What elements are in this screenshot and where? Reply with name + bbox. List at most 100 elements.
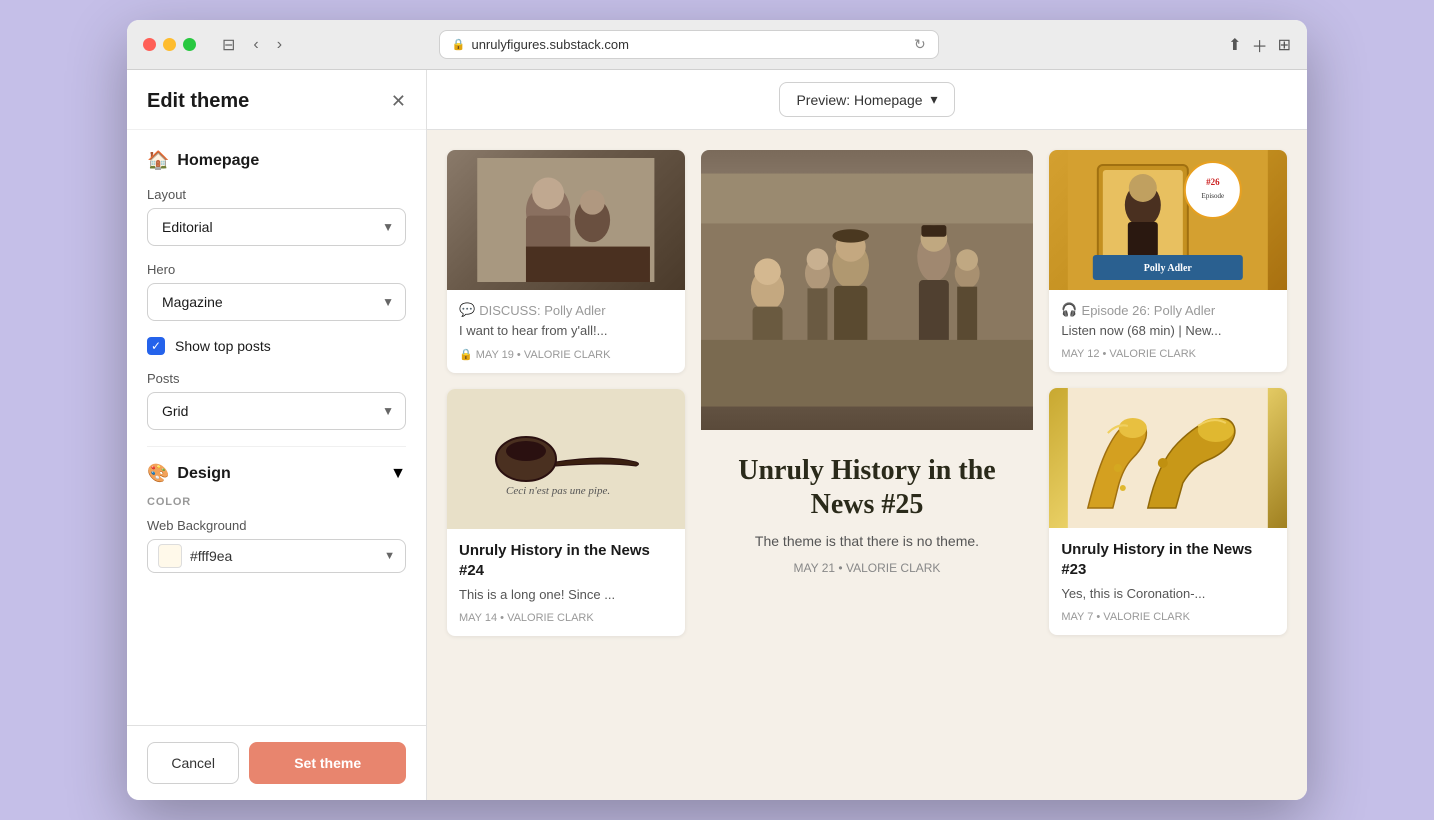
post-meta-news-23: MAY 7 • VALORIE CLARK bbox=[1061, 611, 1275, 623]
left-panel: Edit theme ✕ 🏠 Homepage Layout Editorial… bbox=[127, 70, 427, 800]
set-theme-button[interactable]: Set theme bbox=[249, 742, 406, 784]
crowd-svg bbox=[701, 150, 1034, 430]
color-section-title: COLOR bbox=[147, 496, 406, 508]
post-type-episode: 🎧 Episode 26: Polly Adler bbox=[1061, 302, 1275, 318]
palette-icon: 🎨 bbox=[147, 463, 169, 484]
center-card-title: Unruly History in the News #25 bbox=[721, 454, 1014, 521]
svg-text:Ceci n'est pas une pipe.: Ceci n'est pas une pipe. bbox=[506, 485, 610, 497]
posts-label: Posts bbox=[147, 371, 406, 386]
homepage-section-header: 🏠 Homepage bbox=[147, 150, 406, 171]
cancel-button[interactable]: Cancel bbox=[147, 742, 239, 784]
app-content: Edit theme ✕ 🏠 Homepage Layout Editorial… bbox=[127, 70, 1307, 800]
back-button[interactable]: ‹ bbox=[247, 34, 264, 56]
post-image-pipe: Ceci n'est pas une pipe. bbox=[447, 389, 685, 529]
pipe-svg: Ceci n'est pas une pipe. bbox=[476, 404, 656, 514]
layout-label: Layout bbox=[147, 187, 406, 202]
preview-area: Preview: Homepage ▾ bbox=[427, 70, 1307, 800]
headphone-icon: 🎧 bbox=[1061, 302, 1077, 318]
posts-select-wrapper: Grid List Cards ▼ bbox=[147, 392, 406, 430]
post-title-news-23: Unruly History in the News #23 bbox=[1061, 540, 1275, 579]
gold-spoons-svg bbox=[1049, 388, 1287, 528]
web-background-label: Web Background bbox=[147, 518, 406, 533]
checkmark-icon: ✓ bbox=[151, 339, 161, 353]
show-top-posts-label: Show top posts bbox=[175, 338, 271, 354]
right-column: #26 Episode Polly Adler 🎧 Episode 26: Po… bbox=[1049, 150, 1287, 636]
browser-window: ⊟ ‹ › 🔒 unrulyfigures.substack.com ↻ ⬆ ＋… bbox=[127, 20, 1307, 800]
post-excerpt-episode: Listen now (68 min) | New... bbox=[1061, 322, 1275, 340]
post-title-news-24: Unruly History in the News #24 bbox=[459, 541, 673, 580]
svg-text:Episode: Episode bbox=[1202, 192, 1225, 200]
design-section-left: 🎨 Design bbox=[147, 463, 231, 484]
post-card-news-23[interactable]: Unruly History in the News #23 Yes, this… bbox=[1049, 388, 1287, 635]
homepage-section-title: Homepage bbox=[177, 152, 259, 170]
post-meta-episode: MAY 12 • VALORIE CLARK bbox=[1061, 348, 1275, 360]
center-card-body: Unruly History in the News #25 The theme… bbox=[701, 430, 1034, 599]
hero-label: Hero bbox=[147, 262, 406, 277]
svg-text:#26: #26 bbox=[1206, 177, 1220, 187]
svg-text:Polly Adler: Polly Adler bbox=[1144, 263, 1193, 274]
traffic-lights bbox=[143, 38, 196, 51]
post-card-body-discuss: 💬 DISCUSS: Polly Adler I want to hear fr… bbox=[447, 290, 685, 373]
browser-toolbar: ⬆ ＋ ⊞ bbox=[1228, 33, 1291, 57]
post-excerpt-news-24: This is a long one! Since ... bbox=[459, 586, 673, 604]
preview-label: Preview: Homepage bbox=[796, 92, 922, 108]
web-background-color-input[interactable]: #fff9ea ▼ bbox=[147, 539, 406, 573]
center-column: Unruly History in the News #25 The theme… bbox=[701, 150, 1034, 636]
layout-select-wrapper: Editorial Newsletter Magazine Grid ▼ bbox=[147, 208, 406, 246]
design-section-header[interactable]: 🎨 Design ▼ bbox=[147, 463, 406, 484]
post-card-news-24[interactable]: Ceci n'est pas une pipe. Unruly History … bbox=[447, 389, 685, 636]
center-card-crowd[interactable]: Unruly History in the News #25 The theme… bbox=[701, 150, 1034, 599]
minimize-traffic-light[interactable] bbox=[163, 38, 176, 51]
polly-card-svg: #26 Episode Polly Adler bbox=[1049, 150, 1287, 290]
new-tab-button[interactable]: ＋ bbox=[1252, 33, 1268, 57]
reload-button[interactable]: ↻ bbox=[914, 36, 926, 53]
show-top-posts-row: ✓ Show top posts bbox=[147, 337, 406, 355]
hero-select-wrapper: Magazine None Classic Split ▼ bbox=[147, 283, 406, 321]
post-excerpt-news-23: Yes, this is Coronation-... bbox=[1061, 585, 1275, 603]
divider-1 bbox=[147, 446, 406, 447]
lock-icon: 🔒 bbox=[452, 38, 466, 51]
center-card-image bbox=[701, 150, 1034, 430]
preview-header: Preview: Homepage ▾ bbox=[427, 70, 1307, 130]
show-top-posts-checkbox[interactable]: ✓ bbox=[147, 337, 165, 355]
address-bar[interactable]: 🔒 unrulyfigures.substack.com ↻ bbox=[439, 30, 939, 59]
maximize-traffic-light[interactable] bbox=[183, 38, 196, 51]
forward-button[interactable]: › bbox=[271, 34, 288, 56]
post-image-news-23 bbox=[1049, 388, 1287, 528]
preview-grid: 💬 DISCUSS: Polly Adler I want to hear fr… bbox=[427, 130, 1307, 656]
close-traffic-light[interactable] bbox=[143, 38, 156, 51]
close-panel-button[interactable]: ✕ bbox=[391, 91, 406, 112]
hero-select[interactable]: Magazine None Classic Split bbox=[147, 283, 406, 321]
layout-select[interactable]: Editorial Newsletter Magazine Grid bbox=[147, 208, 406, 246]
browser-chrome: ⊟ ‹ › 🔒 unrulyfigures.substack.com ↻ ⬆ ＋… bbox=[127, 20, 1307, 70]
post-card-episode-26[interactable]: #26 Episode Polly Adler 🎧 Episode 26: Po… bbox=[1049, 150, 1287, 372]
tab-overview-button[interactable]: ⊞ bbox=[1278, 35, 1291, 55]
color-value-input[interactable]: #fff9ea bbox=[190, 548, 376, 564]
lock-meta-icon: 🔒 bbox=[459, 349, 473, 361]
share-button[interactable]: ⬆ bbox=[1228, 35, 1241, 55]
browser-nav-controls: ⊟ ‹ › bbox=[216, 33, 288, 57]
preview-dropdown-button[interactable]: Preview: Homepage ▾ bbox=[779, 82, 954, 117]
sidebar-toggle-button[interactable]: ⊟ bbox=[216, 33, 241, 57]
color-swatch bbox=[158, 544, 182, 568]
post-card-discuss-polly[interactable]: 💬 DISCUSS: Polly Adler I want to hear fr… bbox=[447, 150, 685, 373]
post-card-body-news-23: Unruly History in the News #23 Yes, this… bbox=[1049, 528, 1287, 635]
panel-body: 🏠 Homepage Layout Editorial Newsletter M… bbox=[127, 130, 426, 725]
post-excerpt-discuss: I want to hear from y'all!... bbox=[459, 322, 673, 340]
post-image-polly-svg bbox=[455, 158, 677, 282]
center-card-excerpt: The theme is that there is no theme. bbox=[721, 533, 1014, 549]
post-meta-discuss: 🔒 MAY 19 • VALORIE CLARK bbox=[459, 348, 673, 361]
preview-chevron-icon: ▾ bbox=[931, 91, 938, 108]
panel-header: Edit theme ✕ bbox=[127, 70, 426, 130]
post-card-body-episode-26: 🎧 Episode 26: Polly Adler Listen now (68… bbox=[1049, 290, 1287, 372]
center-card-meta: MAY 21 • VALORIE CLARK bbox=[721, 561, 1014, 575]
post-image-polly-discuss bbox=[447, 150, 685, 290]
post-card-body-news-24: Unruly History in the News #24 This is a… bbox=[447, 529, 685, 636]
design-section-title: Design bbox=[177, 465, 230, 483]
color-dropdown-arrow[interactable]: ▼ bbox=[384, 550, 395, 562]
url-text: unrulyfigures.substack.com bbox=[471, 37, 629, 52]
post-image-episode-26: #26 Episode Polly Adler bbox=[1049, 150, 1287, 290]
post-meta-news-24: MAY 14 • VALORIE CLARK bbox=[459, 612, 673, 624]
left-column: 💬 DISCUSS: Polly Adler I want to hear fr… bbox=[447, 150, 685, 636]
posts-select[interactable]: Grid List Cards bbox=[147, 392, 406, 430]
